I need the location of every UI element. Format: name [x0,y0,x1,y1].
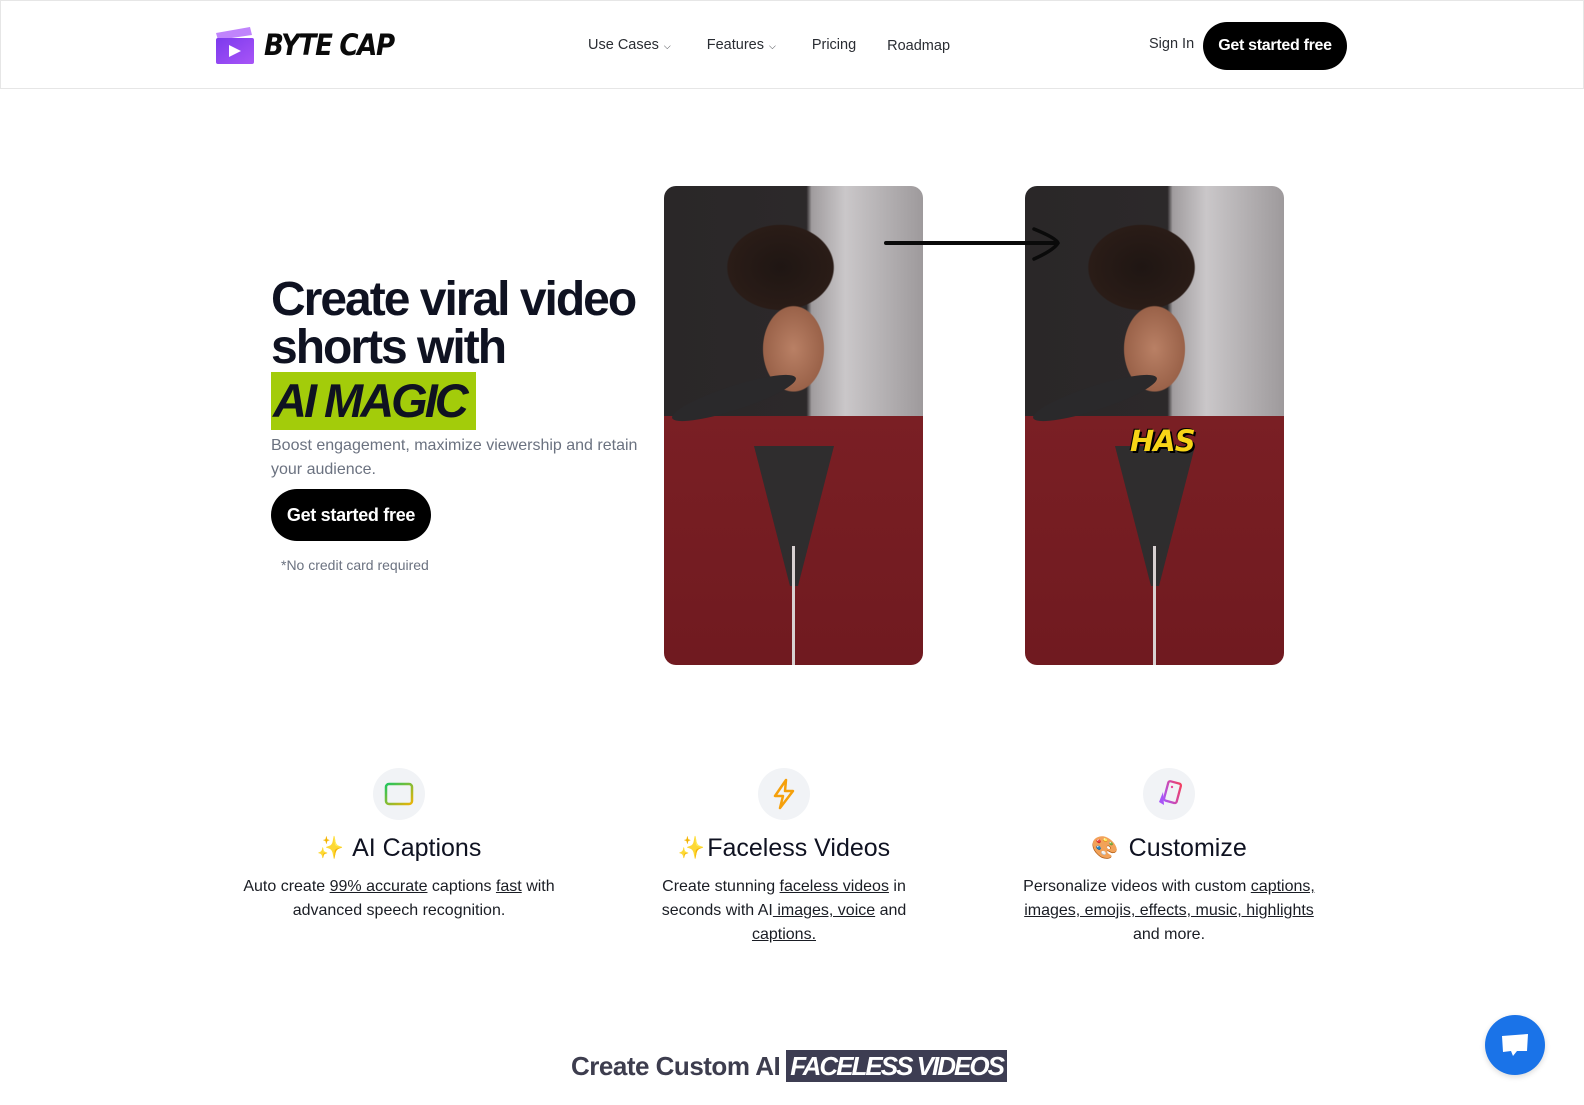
video-zip-shape [1153,546,1156,665]
chevron-down-icon: ⌵ [768,40,776,51]
link-faceless-videos[interactable]: faceless videos [780,878,889,895]
hero-title-line2: shorts with [271,321,507,374]
desc-text: and more. [1132,926,1206,943]
nav-label: Pricing [811,37,857,53]
desc-text: Auto create [243,878,330,895]
hero-subtitle: Boost engagement, maximize viewership an… [271,437,638,478]
video-mic-shape [1029,366,1161,430]
feature-description: Auto create 99% accurate captions fast w… [209,875,589,923]
nav-roadmap[interactable]: Roadmap [887,38,950,54]
captions-icon [373,768,425,820]
logo-icon [214,25,254,65]
feature-description: Create stunning faceless videos in secon… [594,875,974,947]
video-zip-shape [792,546,795,665]
feature-title: ✨ AI Captions [209,833,589,863]
desc-text: captions [427,878,496,895]
desc-text: and [875,902,907,919]
hero-get-started-button[interactable]: Get started free [271,489,431,541]
feature-title-text: AI Captions [352,834,482,862]
feature-title-text: Customize [1128,834,1247,862]
feature-ai-captions: ✨ AI Captions Auto create 99% accurate c… [209,768,589,923]
sparkles-icon: ✨ [316,835,345,860]
feature-title: ✨ Faceless Videos [594,833,974,863]
link-customization-options[interactable]: images, emojis, effects, music, highligh… [1024,902,1314,919]
logo[interactable]: BYTE CAP [214,25,408,65]
hero-title-line1: Create viral video [271,273,637,326]
palette-icon: 🎨 [1091,835,1119,860]
site-header: BYTE CAP Use Cases ⌵ Features ⌵ Pricing … [0,0,1584,89]
section-title: Create Custom AI FACELESS VIDEOS [571,1050,1007,1082]
nav-use-cases[interactable]: Use Cases ⌵ [588,37,671,53]
nav-pricing[interactable]: Pricing [812,37,856,53]
link-accurate[interactable]: 99% accurate [330,878,428,895]
hero-highlight: AI MAGIC [271,372,476,430]
feature-customize: 🎨 Customize Personalize videos with cust… [979,768,1359,947]
video-caption-word: HAS [1130,424,1196,458]
sparkles-icon: ✨ [677,835,706,860]
desc-text: Personalize videos with custom [1023,878,1251,895]
link-fast[interactable]: fast [496,878,522,895]
link-captions[interactable]: captions. [752,926,816,943]
hero-highlight-text: AI MAGIC [273,374,469,427]
sign-in-link[interactable]: Sign In [1149,36,1194,52]
desc-text: Create stunning [662,878,780,895]
nav-label: Use Cases [588,37,659,53]
lightning-icon [758,768,810,820]
chat-bubble-icon [1502,1034,1528,1056]
nav-label: Features [706,37,764,53]
nav-label: Roadmap [887,38,951,54]
nav-features[interactable]: Features ⌵ [707,37,776,53]
no-credit-card-note: *No credit card required [281,557,429,573]
chat-button[interactable] [1485,1015,1545,1075]
video-mic-shape [668,366,800,430]
section-title-prefix: Create Custom AI [571,1050,781,1081]
logo-text: BYTE CAP [264,28,395,62]
arrow-right-icon [884,227,1060,261]
section-title-highlight: FACELESS VIDEOS [786,1050,1007,1082]
main-nav: Use Cases ⌵ Features ⌵ Pricing Roadmap [588,36,950,54]
link-images-voice[interactable]: images, voice [773,902,875,919]
header-get-started-button[interactable]: Get started free [1203,22,1347,70]
feature-title-text: Faceless Videos [707,834,891,862]
link-captions[interactable]: captions, [1251,878,1315,895]
feature-title: 🎨 Customize [979,833,1359,863]
hero-title: Create viral video shorts with [271,273,637,374]
feature-description: Personalize videos with custom captions,… [979,875,1359,947]
cards-icon [1143,768,1195,820]
chevron-down-icon: ⌵ [663,40,671,51]
feature-faceless-videos: ✨ Faceless Videos Create stunning facele… [594,768,974,947]
